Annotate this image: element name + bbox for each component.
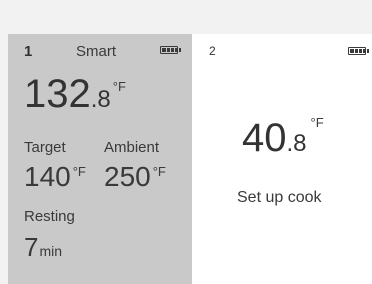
ambient-label: Ambient bbox=[104, 139, 160, 156]
probe-2-card[interactable]: 2 40.8°F Set up cook bbox=[192, 34, 372, 284]
temp-decimal: .8 bbox=[286, 130, 307, 157]
probe-number: 2 bbox=[209, 44, 216, 58]
cook-mode-label: Smart bbox=[76, 43, 117, 60]
temp-decimal: .8 bbox=[90, 86, 111, 113]
temp-whole: 40 bbox=[242, 116, 287, 160]
target-value: 140 bbox=[24, 161, 71, 192]
top-bar bbox=[0, 0, 372, 34]
target-label: Target bbox=[24, 139, 66, 156]
ambient-value: 250 bbox=[104, 161, 151, 192]
current-temperature: 132.8 °F bbox=[24, 74, 126, 114]
target-temperature: 140 °F bbox=[24, 163, 86, 191]
battery-full-icon bbox=[348, 47, 369, 55]
temp-unit: °F bbox=[310, 115, 324, 130]
resting-value: 7 bbox=[24, 232, 39, 262]
ambient-unit: °F bbox=[152, 164, 166, 179]
temp-unit: °F bbox=[112, 79, 126, 94]
set-up-cook-button[interactable]: Set up cook bbox=[237, 189, 322, 207]
meat-thermometer-app: 1 Smart 132.8 °F Target 140 °F Ambient 250… bbox=[0, 0, 372, 284]
target-unit: °F bbox=[72, 164, 86, 179]
resting-unit: min bbox=[39, 243, 63, 259]
probe-1-card[interactable]: 1 Smart 132.8 °F Target 140 °F Ambient 250… bbox=[8, 34, 192, 284]
battery-full-icon bbox=[160, 46, 181, 54]
ambient-temperature: 250 °F bbox=[104, 163, 166, 191]
probe-number: 1 bbox=[24, 43, 33, 60]
resting-time: 7min bbox=[24, 234, 62, 260]
temp-whole: 132 bbox=[24, 72, 91, 116]
current-temperature: 40.8°F bbox=[242, 115, 324, 160]
resting-label: Resting bbox=[24, 208, 75, 225]
